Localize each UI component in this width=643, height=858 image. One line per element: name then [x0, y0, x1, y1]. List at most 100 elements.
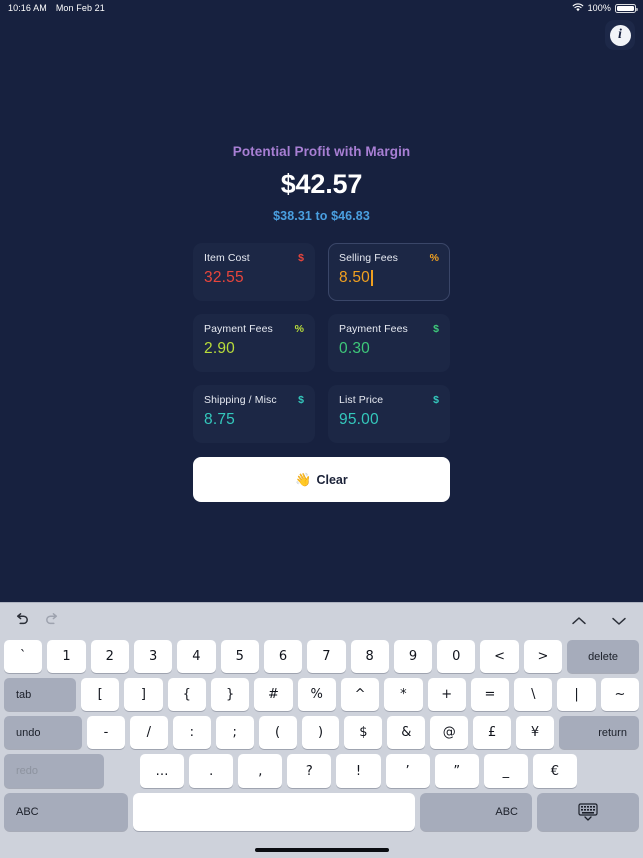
key-([interactable]: (: [258, 716, 297, 749]
clear-button[interactable]: 👋 Clear: [193, 457, 450, 502]
key-`[interactable]: `: [4, 640, 43, 673]
input-card-label: Shipping / Misc: [204, 394, 277, 406]
key-7[interactable]: 7: [307, 640, 346, 673]
key-:[interactable]: :: [172, 716, 211, 749]
input-card-unit: $: [433, 394, 439, 406]
input-card-value[interactable]: 2.90: [204, 340, 304, 358]
keyboard-dismiss-icon[interactable]: [537, 793, 639, 831]
key->[interactable]: >: [523, 640, 563, 673]
key-undo[interactable]: undo: [4, 716, 82, 749]
key-#[interactable]: #: [254, 678, 293, 711]
keyboard-gap: [109, 754, 135, 788]
input-card-header: Payment Fees%: [204, 323, 304, 335]
key-£[interactable]: £: [473, 716, 512, 749]
input-card-header: Item Cost $: [204, 252, 304, 264]
key-…[interactable]: …: [140, 754, 185, 788]
key-3[interactable]: 3: [133, 640, 173, 673]
keyboard-row-1: ` 1 2 3 4 5 6 7 8 9 0 < > delete: [4, 640, 640, 673]
status-bar: 10:16 AM Mon Feb 21 100%: [0, 0, 643, 16]
key-2[interactable]: 2: [90, 640, 129, 673]
keyboard-toolbar: [0, 603, 643, 640]
key-*[interactable]: *: [384, 678, 423, 711]
battery-percent-label: 100%: [587, 3, 611, 13]
key-<[interactable]: <: [480, 640, 519, 673]
key-[[interactable]: [: [81, 678, 120, 711]
input-card-value[interactable]: 95.00: [339, 411, 439, 429]
info-icon: i: [609, 24, 631, 46]
key-%[interactable]: %: [297, 678, 336, 711]
chevron-up-icon[interactable]: [571, 613, 587, 631]
key-,[interactable]: ,: [238, 754, 283, 788]
input-card-value[interactable]: 0.30: [339, 340, 439, 358]
input-card[interactable]: Shipping / Misc $8.75: [193, 385, 315, 443]
key-\[interactable]: \: [514, 678, 553, 711]
key-=[interactable]: =: [470, 678, 510, 711]
key-6[interactable]: 6: [263, 640, 303, 673]
key-.[interactable]: .: [189, 754, 234, 788]
input-card-header: Selling Fees%: [339, 252, 439, 264]
key-_[interactable]: _: [483, 754, 528, 788]
input-card-value[interactable]: 32.55: [204, 269, 304, 287]
undo-arrow-icon[interactable]: [14, 612, 30, 632]
input-card[interactable]: Selling Fees% 8.50: [328, 243, 450, 301]
input-card-value[interactable]: 8.75: [204, 411, 304, 429]
input-card-value-text: 8.75: [204, 411, 235, 428]
input-card-value-text: 2.90: [204, 340, 235, 357]
key-|[interactable]: |: [557, 678, 596, 711]
key-tab[interactable]: tab: [4, 678, 76, 711]
key-8[interactable]: 8: [350, 640, 389, 673]
clear-button-label: Clear: [316, 472, 348, 487]
input-card-unit: $: [298, 252, 304, 264]
battery-full-icon: [615, 3, 638, 13]
input-card-label: Payment Fees: [339, 323, 408, 335]
input-card-unit: $: [298, 394, 304, 406]
key-~[interactable]: ~: [600, 678, 640, 711]
key-1[interactable]: 1: [47, 640, 86, 673]
key-abc-left[interactable]: ABC: [4, 793, 128, 831]
key-![interactable]: !: [336, 754, 381, 788]
key-@[interactable]: @: [430, 716, 469, 749]
redo-arrow-icon: [44, 612, 60, 632]
text-caret: [370, 270, 373, 286]
keyboard-gap: [613, 754, 639, 788]
chevron-down-icon[interactable]: [611, 613, 627, 631]
key-}[interactable]: }: [210, 678, 250, 711]
key-+[interactable]: +: [427, 678, 466, 711]
key-0[interactable]: 0: [437, 640, 476, 673]
key-space[interactable]: [133, 793, 415, 831]
input-card-label: Payment Fees: [204, 323, 273, 335]
key--[interactable]: -: [87, 716, 125, 749]
key-;[interactable]: ;: [215, 716, 254, 749]
key-4[interactable]: 4: [177, 640, 216, 673]
key-)[interactable]: ): [301, 716, 340, 749]
input-card[interactable]: Payment Fees% 2.90: [193, 314, 315, 372]
key-abc-right[interactable]: ABC: [420, 793, 532, 831]
key-{[interactable]: {: [167, 678, 206, 711]
input-card-grid: Item Cost $ 32.55 Selling Fees% 8.50 Payment …: [193, 243, 450, 443]
key-¥[interactable]: ¥: [516, 716, 554, 749]
key-9[interactable]: 9: [393, 640, 433, 673]
summary-range: $38.31 to $46.83: [273, 209, 370, 223]
status-bar-time: 10:16 AM: [8, 3, 47, 13]
info-button[interactable]: i: [605, 20, 635, 50]
input-card-value-text: 8.50: [339, 269, 370, 286]
key-][interactable]: ]: [124, 678, 163, 711]
key-?[interactable]: ?: [287, 754, 332, 788]
input-card[interactable]: Item Cost $ 32.55: [193, 243, 315, 301]
key-/[interactable]: /: [129, 716, 168, 749]
input-card-value[interactable]: 8.50: [339, 269, 439, 287]
key-’[interactable]: ’: [385, 754, 430, 788]
key-5[interactable]: 5: [220, 640, 259, 673]
key-delete[interactable]: delete: [567, 640, 640, 673]
key-return[interactable]: return: [558, 716, 639, 749]
key-&[interactable]: &: [387, 716, 426, 749]
input-card[interactable]: Payment Fees $0.30: [328, 314, 450, 372]
key-redo[interactable]: redo: [4, 754, 104, 788]
input-card-header: Shipping / Misc $: [204, 394, 304, 406]
key-^[interactable]: ^: [340, 678, 380, 711]
key-€[interactable]: €: [532, 754, 577, 788]
home-indicator: [254, 848, 389, 852]
key-$[interactable]: $: [344, 716, 383, 749]
key-”[interactable]: ”: [434, 754, 479, 788]
input-card[interactable]: List Price $95.00: [328, 385, 450, 443]
